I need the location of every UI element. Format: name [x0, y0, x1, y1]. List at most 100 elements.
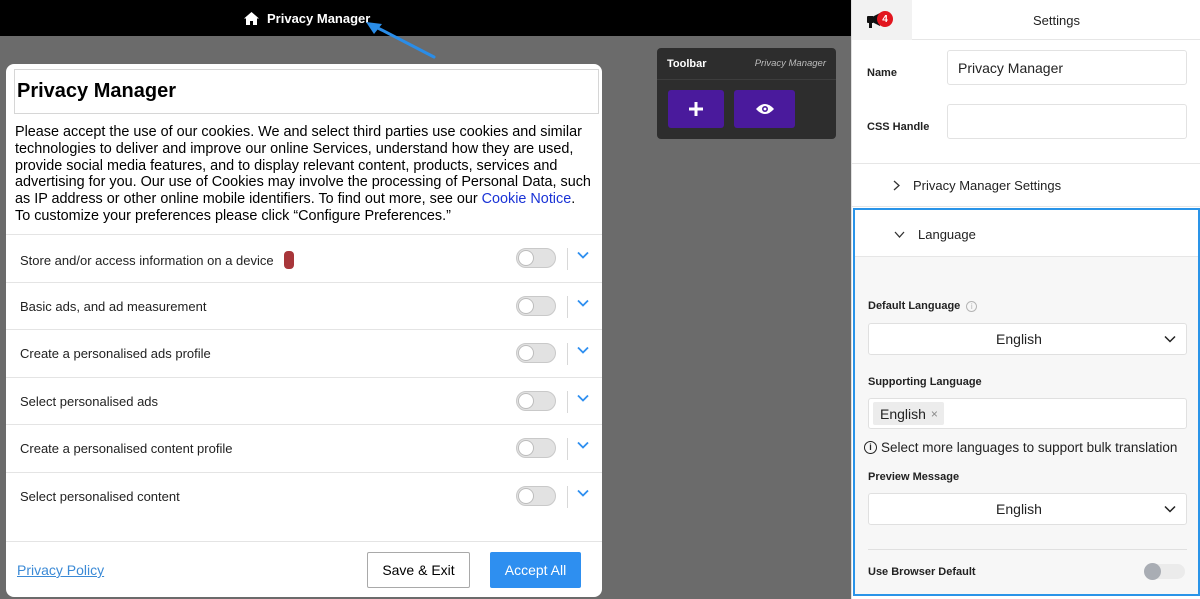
- chevron-down-icon[interactable]: [577, 346, 589, 354]
- purpose-toggle[interactable]: [516, 343, 556, 363]
- purpose-row: Store and/or access information on a dev…: [6, 234, 602, 282]
- editor-canvas: Privacy Manager Toolbar Privacy Manager: [0, 0, 851, 599]
- purpose-label: Create a personalised ads profile: [20, 346, 211, 361]
- chevron-down-icon: [1164, 335, 1176, 343]
- toggle-knob: [518, 392, 534, 409]
- use-browser-default-label: Use Browser Default: [868, 566, 976, 578]
- divider: [868, 549, 1187, 550]
- row-divider: [567, 485, 568, 508]
- row-divider: [567, 295, 568, 318]
- preview-message-label: Preview Message: [868, 471, 960, 483]
- purpose-label: Select personalised ads: [20, 393, 159, 409]
- toolbar-subtitle: Privacy Manager: [754, 58, 826, 69]
- accept-all-button[interactable]: Accept All: [490, 552, 581, 588]
- toggle-knob: [518, 345, 534, 361]
- css-handle-input[interactable]: [947, 104, 1187, 139]
- cookie-notice-link[interactable]: Cookie Notice: [482, 191, 572, 207]
- info-icon: i: [864, 441, 877, 454]
- row-divider: [567, 390, 568, 413]
- section-label: Privacy Manager Settings: [913, 177, 1062, 193]
- chevron-down-icon[interactable]: [577, 251, 589, 259]
- toggle-knob: [518, 487, 534, 504]
- notifications-button[interactable]: 4: [852, 0, 912, 40]
- purpose-list: Store and/or access information on a dev…: [6, 234, 602, 519]
- supporting-language-field[interactable]: English ×: [868, 398, 1187, 429]
- purpose-row: Select personalised ads: [6, 376, 602, 425]
- language-section-header[interactable]: Language: [853, 214, 1200, 254]
- section-label: Language: [918, 226, 976, 242]
- toolbar-title: Toolbar: [667, 57, 707, 70]
- purpose-label: Select personalised content: [20, 488, 180, 504]
- toggle-knob: [518, 297, 534, 314]
- purpose-label: Store and/or access information on a dev…: [20, 252, 274, 268]
- privacy-manager-modal: Privacy Manager Please accept the use of…: [6, 64, 602, 597]
- default-language-label-text: Default Language: [868, 300, 961, 312]
- toolbar-widget: Toolbar Privacy Manager: [657, 48, 836, 139]
- toggle-knob: [1144, 563, 1161, 580]
- add-component-button[interactable]: [668, 90, 724, 128]
- chevron-down-icon[interactable]: [577, 394, 589, 402]
- annotation-arrow: [366, 22, 436, 59]
- divider: [852, 163, 1200, 164]
- home-icon: [244, 11, 259, 25]
- save-exit-button[interactable]: Save & Exit: [367, 552, 470, 588]
- chevron-right-icon: [893, 180, 900, 190]
- purpose-toggle[interactable]: [516, 438, 556, 458]
- panel-title: Settings: [1033, 12, 1080, 28]
- modal-body-text: Please accept the use of our cookies. We…: [15, 124, 597, 225]
- settings-panel: 4 Settings Name CSS Handle Privacy Manag…: [851, 0, 1200, 599]
- row-divider: [567, 248, 568, 270]
- supporting-language-label: Supporting Language: [868, 376, 982, 388]
- purpose-toggle[interactable]: [516, 390, 556, 411]
- name-label: Name: [867, 67, 897, 79]
- eye-icon: [755, 104, 774, 114]
- chevron-down-icon: [1164, 505, 1176, 513]
- use-browser-default-toggle[interactable]: [1144, 563, 1185, 580]
- chevron-down-icon[interactable]: [577, 299, 589, 307]
- toggle-knob: [518, 440, 534, 456]
- select-value: English: [996, 501, 1042, 517]
- purpose-toggle[interactable]: [516, 248, 556, 268]
- info-icon[interactable]: i: [966, 300, 978, 312]
- default-language-select[interactable]: English: [868, 323, 1187, 355]
- chip-label: English: [880, 405, 926, 422]
- modal-body-paragraph-2: To customize your preferences please cli…: [15, 207, 451, 224]
- purpose-toggle[interactable]: [516, 485, 556, 506]
- privacy-policy-link[interactable]: Privacy Policy: [17, 562, 104, 578]
- purpose-label: Basic ads, and ad measurement: [20, 298, 207, 314]
- toolbar-header: Toolbar Privacy Manager: [657, 48, 836, 80]
- language-settings-body: Default Language i English Supporting La…: [855, 256, 1198, 594]
- chevron-down-icon[interactable]: [577, 441, 589, 449]
- purpose-row: Select personalised content: [6, 471, 602, 520]
- modal-body-end: .: [571, 191, 576, 208]
- highlight-marker: [283, 251, 294, 269]
- row-divider: [567, 343, 568, 365]
- language-section: Language Default Language i English Supp…: [853, 208, 1200, 596]
- remove-chip-icon[interactable]: ×: [931, 407, 938, 421]
- divider: [852, 206, 1200, 207]
- purpose-toggle[interactable]: [516, 295, 556, 316]
- preview-button[interactable]: [734, 90, 795, 128]
- purpose-row: Basic ads, and ad measurement: [6, 281, 602, 330]
- supporting-language-hint: i Select more languages to support bulk …: [864, 440, 1177, 455]
- chevron-down-icon: [894, 231, 905, 238]
- row-divider: [567, 438, 568, 460]
- language-chip: English ×: [873, 402, 944, 425]
- name-input[interactable]: [947, 50, 1187, 85]
- hint-text: Select more languages to support bulk tr…: [881, 440, 1178, 455]
- chevron-down-icon[interactable]: [577, 489, 589, 497]
- plus-icon: [689, 102, 703, 116]
- settings-header: 4 Settings: [852, 0, 1200, 40]
- select-value: English: [996, 331, 1042, 347]
- default-language-label: Default Language i: [868, 300, 978, 312]
- privacy-manager-settings-section[interactable]: Privacy Manager Settings: [852, 165, 1200, 205]
- modal-title: Privacy Manager: [17, 80, 176, 102]
- preview-message-select[interactable]: English: [868, 493, 1187, 525]
- notification-badge: 4: [877, 11, 893, 27]
- modal-title-box[interactable]: Privacy Manager: [14, 69, 599, 114]
- toggle-knob: [518, 250, 534, 266]
- top-bar-title-text: Privacy Manager: [267, 10, 371, 26]
- css-handle-label: CSS Handle: [867, 121, 930, 133]
- modal-footer: Privacy Policy Save & Exit Accept All: [6, 541, 602, 597]
- purpose-label: Create a personalised content profile: [20, 441, 233, 456]
